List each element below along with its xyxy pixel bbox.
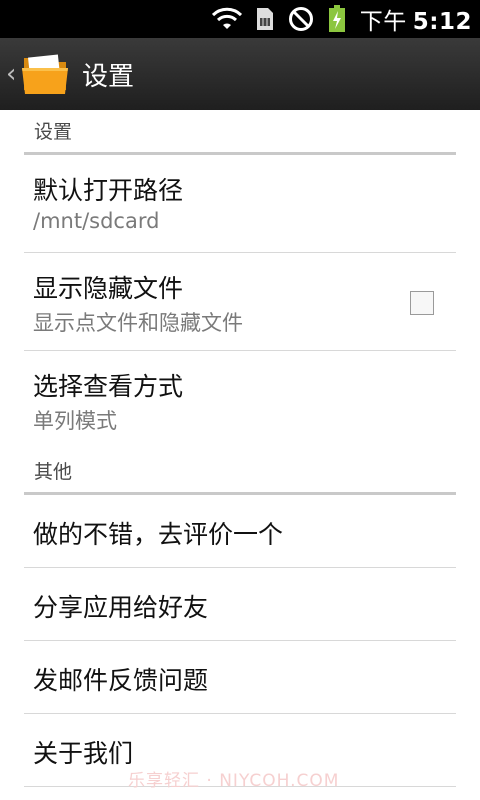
- folder-icon[interactable]: [20, 52, 72, 96]
- page-title: 设置: [82, 61, 135, 92]
- settings-list: 设置 默认打开路径 /mnt/sdcard 显示隐藏文件 显示点文件和隐藏文件 …: [0, 110, 480, 787]
- item-title: 关于我们: [33, 739, 134, 768]
- show-hidden-checkbox[interactable]: [410, 291, 434, 315]
- item-title: 发邮件反馈问题: [33, 666, 209, 695]
- pref-title: 选择查看方式: [33, 372, 184, 401]
- no-signal-icon: [288, 6, 314, 32]
- section-header-other: 其他: [24, 449, 456, 495]
- watermark: 乐享轻汇 · NIYCOH.COM: [128, 771, 340, 791]
- item-title: 分享应用给好友: [33, 593, 209, 622]
- pref-summary: 显示点文件和隐藏文件: [33, 311, 243, 335]
- battery-charging-icon: [328, 5, 346, 33]
- pref-title: 默认打开路径: [33, 176, 184, 205]
- status-bar: 下午 5:12: [0, 0, 480, 38]
- pref-summary: 单列模式: [33, 409, 117, 433]
- pref-title: 显示隐藏文件: [33, 274, 184, 303]
- sim-card-icon: [256, 7, 274, 31]
- action-bar: ‹ 设置: [0, 38, 480, 110]
- section-header-settings: 设置: [24, 110, 456, 155]
- pref-summary: /mnt/sdcard: [33, 209, 160, 233]
- back-chevron-icon[interactable]: ‹: [6, 59, 20, 89]
- wifi-icon: [211, 7, 242, 31]
- item-feedback-email[interactable]: 发邮件反馈问题: [24, 641, 456, 714]
- section-header-label: 设置: [34, 121, 73, 143]
- pref-default-path[interactable]: 默认打开路径 /mnt/sdcard: [24, 155, 456, 253]
- section-header-label: 其他: [34, 461, 73, 483]
- status-time: 下午 5:12: [359, 9, 472, 35]
- item-share-app[interactable]: 分享应用给好友: [24, 568, 456, 641]
- pref-view-mode[interactable]: 选择查看方式 单列模式: [24, 351, 456, 449]
- pref-show-hidden-files[interactable]: 显示隐藏文件 显示点文件和隐藏文件: [24, 253, 456, 351]
- item-rate-app[interactable]: 做的不错，去评价一个: [24, 495, 456, 568]
- item-title: 做的不错，去评价一个: [33, 520, 284, 549]
